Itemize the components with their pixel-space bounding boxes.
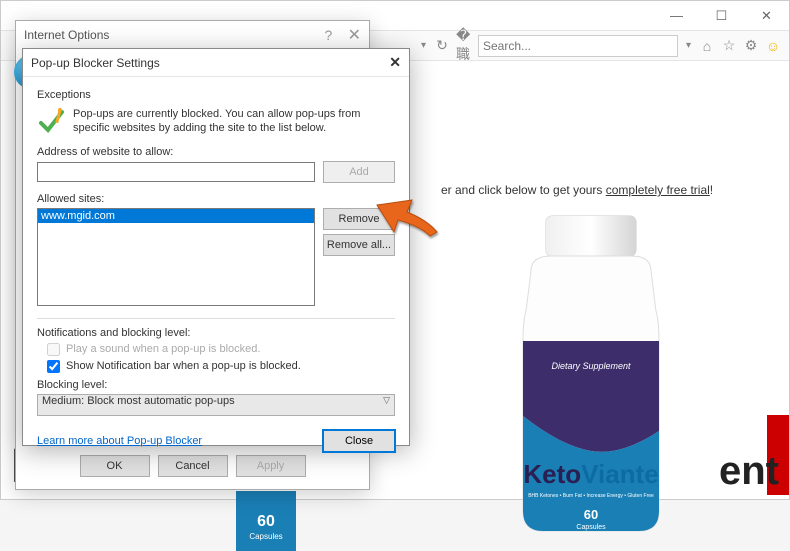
close-button[interactable]: Close [323,430,395,452]
learn-more-link[interactable]: Learn more about Pop-up Blocker [37,435,202,447]
io-help-icon[interactable]: ? [324,27,332,43]
svg-text:KetoViante: KetoViante [523,459,658,489]
chevron-down-icon: ▽ [383,395,390,406]
minimize-button[interactable]: — [654,1,699,31]
notificationbar-checkbox-row[interactable]: Show Notification bar when a pop-up is b… [47,360,395,373]
add-button[interactable]: Add [323,161,395,183]
stop-icon[interactable]: �職 [456,38,472,54]
pb-title-text: Pop-up Blocker Settings [31,56,160,70]
svg-text:60: 60 [584,507,598,522]
window-close-button[interactable]: ✕ [744,1,789,31]
svg-text:Capsules: Capsules [576,524,606,531]
remove-button[interactable]: Remove [323,208,395,230]
popup-blocker-dialog: Pop-up Blocker Settings ✕ Exceptions Pop… [22,48,410,446]
product-bottle: Dietary Supplement KetoViante BHB Ketone… [501,201,681,541]
address-label: Address of website to allow: [37,146,395,158]
favorites-icon[interactable]: ☆ [721,38,737,54]
pb-close-icon[interactable]: ✕ [389,54,401,71]
chevron-down-icon[interactable]: ▾ [419,40,428,51]
allowed-site-item[interactable]: www.mgid.com [38,209,314,223]
gear-icon[interactable]: ⚙ [743,38,759,54]
maximize-button[interactable]: ☐ [699,1,744,31]
search-box[interactable] [478,35,678,57]
promo-text: er and click below to get yours complete… [441,183,713,197]
background-headline-right: ent [719,449,779,494]
pb-titlebar: Pop-up Blocker Settings ✕ [23,49,409,77]
sound-checkbox-row[interactable]: Play a sound when a pop-up is blocked. [47,343,395,356]
exceptions-description: Pop-ups are currently blocked. You can a… [73,107,395,136]
blocking-level-label: Blocking level: [37,379,395,391]
svg-text:Capsules: Capsules [249,532,282,541]
sound-checkbox [47,343,60,356]
free-trial-link[interactable]: completely free trial [606,183,710,197]
blocking-level-select[interactable]: Medium: Block most automatic pop-ups ▽ [37,394,395,416]
exceptions-label: Exceptions [37,89,395,101]
io-close-icon[interactable]: ✕ [348,27,361,44]
allowed-sites-label: Allowed sites: [37,193,395,205]
io-title-text: Internet Options [24,28,109,42]
refresh-icon[interactable]: ↻ [434,38,450,54]
sound-checkbox-label: Play a sound when a pop-up is blocked. [66,343,260,355]
remove-all-button[interactable]: Remove all... [323,234,395,256]
blocking-level-value: Medium: Block most automatic pop-ups [42,395,235,407]
smiley-icon[interactable]: ☺ [765,38,781,54]
bottle-label: Dietary Supplement [551,361,631,371]
io-titlebar: Internet Options ? ✕ [16,21,369,49]
notificationbar-checkbox-label: Show Notification bar when a pop-up is b… [66,360,301,372]
svg-text:60: 60 [257,513,275,530]
product-bottle-small: 60 Capsules [231,491,301,551]
home-icon[interactable]: ⌂ [699,38,715,54]
notificationbar-checkbox[interactable] [47,360,60,373]
check-shield-icon [37,107,65,135]
svg-text:BHB Ketones • Burn Fat • Incre: BHB Ketones • Burn Fat • Increase Energy… [528,493,654,499]
search-dropdown-icon[interactable]: ▾ [684,40,693,51]
search-input[interactable] [483,39,673,53]
address-input[interactable] [37,162,315,182]
notifications-label: Notifications and blocking level: [37,327,395,339]
allowed-sites-list[interactable]: www.mgid.com [37,208,315,306]
